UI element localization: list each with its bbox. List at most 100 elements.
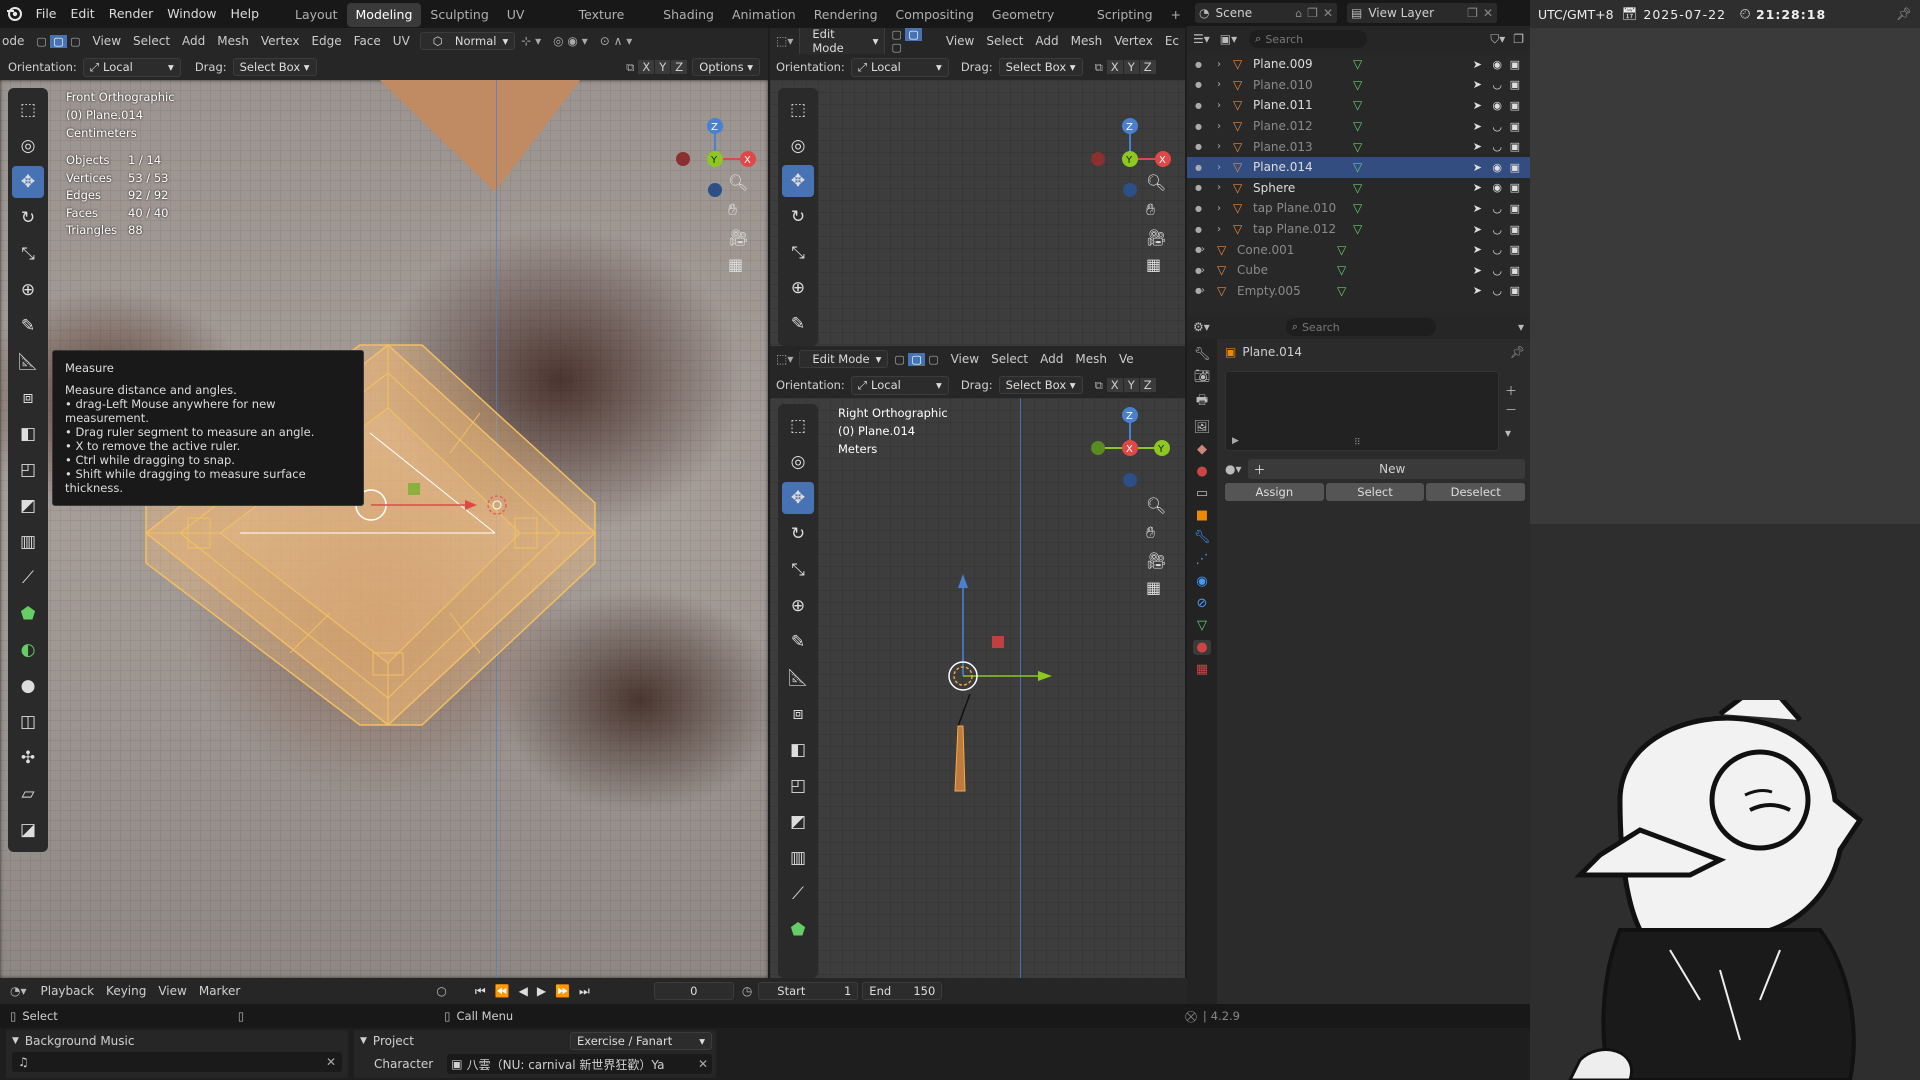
navigation-gizmo[interactable]: Z X Y: [1086, 90, 1185, 200]
tab-sculpting[interactable]: Sculpting: [421, 3, 497, 27]
new-material-button[interactable]: ＋ New: [1247, 459, 1525, 479]
eye-icon[interactable]: ◡: [1492, 78, 1502, 91]
deselect-button[interactable]: Deselect: [1426, 483, 1526, 501]
transform-gizmo[interactable]: [340, 488, 520, 568]
grid-view-icon[interactable]: ▦: [1146, 578, 1166, 597]
hand-pan-icon[interactable]: ✋︎: [1146, 200, 1166, 220]
scale-tool-icon[interactable]: ⤡: [782, 554, 814, 586]
slot-menu-icon[interactable]: ▾: [1505, 426, 1517, 440]
display-mode-icon[interactable]: ▣▾: [1220, 32, 1237, 46]
loop-cut-tool-icon[interactable]: ▥: [782, 842, 814, 874]
mirror-icon[interactable]: ⧉: [626, 60, 634, 75]
visibility-dot-icon[interactable]: ●: [1195, 80, 1202, 89]
tab-scripting[interactable]: Scripting: [1088, 3, 1162, 27]
mirror-icon[interactable]: ⧉: [1095, 60, 1103, 75]
eye-icon[interactable]: ◉: [1492, 161, 1502, 174]
tab-layout[interactable]: Layout: [286, 3, 347, 27]
move-tool-icon[interactable]: ✥: [12, 166, 44, 198]
add-slot-icon[interactable]: ＋: [1505, 382, 1517, 399]
grid-view-icon[interactable]: ▦: [728, 255, 748, 274]
selectable-icon[interactable]: ➤: [1473, 264, 1482, 277]
assign-button[interactable]: Assign: [1225, 483, 1324, 501]
menu-ec[interactable]: Ec: [1159, 34, 1185, 48]
eye-icon[interactable]: ◡: [1492, 264, 1502, 277]
camera-render-icon[interactable]: ▣: [1510, 181, 1520, 194]
proportional-edit-icon[interactable]: ◎ ◉ ▾: [547, 34, 594, 48]
material-slot-list[interactable]: ▶ ⠿: [1225, 371, 1499, 451]
menu-add[interactable]: Add: [1029, 34, 1064, 48]
selectable-icon[interactable]: ➤: [1473, 78, 1482, 91]
expand-arrow-icon[interactable]: ›: [1217, 100, 1221, 111]
play-icon[interactable]: ▶: [537, 984, 546, 998]
outliner-item[interactable]: ● › ▽ tap Plane.010 ▽ ➤ ◡ ▣: [1187, 198, 1530, 219]
axis-y-toggle[interactable]: Y: [1123, 378, 1139, 392]
move-tool-icon[interactable]: ✥: [782, 165, 814, 198]
knife-tool-icon[interactable]: ⟋: [12, 562, 44, 594]
zoom-icon[interactable]: 🔍︎: [728, 173, 748, 192]
eye-icon[interactable]: ◡: [1492, 223, 1502, 236]
transform-tool-icon[interactable]: ⊕: [782, 273, 814, 305]
clear-icon[interactable]: ✕: [698, 1057, 708, 1071]
orientation-dropdown[interactable]: ⤢ Local ▾: [850, 375, 949, 395]
menu-window[interactable]: Window: [160, 0, 223, 28]
scale-tool-icon[interactable]: ⤡: [12, 238, 44, 270]
menu-view[interactable]: View: [87, 34, 127, 48]
tab-animation[interactable]: Animation: [723, 3, 805, 27]
outliner-item[interactable]: ● › ▽ Plane.012 ▽ ➤ ◡ ▣: [1187, 116, 1530, 137]
zoom-icon[interactable]: 🔍︎: [1146, 496, 1166, 515]
camera-render-icon[interactable]: ▣: [1510, 58, 1520, 71]
visibility-dot-icon[interactable]: ●: [1195, 204, 1202, 213]
collapse-icon[interactable]: ▼: [360, 1036, 367, 1046]
selectable-icon[interactable]: ➤: [1473, 161, 1482, 174]
menu-select[interactable]: Select: [985, 352, 1034, 366]
outliner-item[interactable]: ● › ▽ Plane.014 ▽ ➤ ◉ ▣: [1187, 156, 1530, 178]
spin-tool-icon[interactable]: ◐: [12, 634, 44, 666]
select-box-tool-icon[interactable]: ⬚: [782, 410, 814, 442]
particles-tab-icon[interactable]: ⋰: [1196, 552, 1209, 567]
eye-icon[interactable]: ◉: [1492, 58, 1502, 71]
project-dropdown[interactable]: Exercise / Fanart ▾: [570, 1032, 712, 1050]
eye-icon[interactable]: ◡: [1492, 202, 1502, 215]
menu-edit[interactable]: Edit: [63, 0, 101, 28]
visibility-dot-icon[interactable]: ●: [1195, 142, 1202, 151]
selectable-icon[interactable]: ➤: [1473, 202, 1482, 215]
expand-arrow-icon[interactable]: ›: [1217, 79, 1221, 90]
expand-arrow-icon[interactable]: ›: [1217, 59, 1221, 70]
menu-keying[interactable]: Keying: [100, 984, 152, 998]
move-tool-icon[interactable]: ✥: [782, 482, 814, 514]
axis-y-toggle[interactable]: Y: [655, 60, 671, 74]
editor-type-icon[interactable]: ◔▾: [10, 984, 27, 998]
tab-modeling[interactable]: Modeling: [346, 3, 422, 27]
menu-uv[interactable]: UV: [387, 34, 416, 48]
menu-add[interactable]: Add: [176, 34, 211, 48]
annotate-tool-icon[interactable]: ✎: [782, 626, 814, 658]
constraint-tab-icon[interactable]: ⊘: [1197, 596, 1208, 611]
axis-y-toggle[interactable]: Y: [1123, 60, 1139, 74]
tab-shading[interactable]: Shading: [654, 3, 723, 27]
camera-render-icon[interactable]: ▣: [1510, 99, 1520, 112]
jump-start-icon[interactable]: ⏮: [475, 984, 486, 999]
clear-icon[interactable]: ✕: [326, 1055, 336, 1069]
expand-arrow-icon[interactable]: ›: [1217, 182, 1221, 193]
outliner-item[interactable]: ● › ▽ Cone.001 ▽ ➤ ◡ ▣: [1187, 239, 1530, 260]
loop-cut-tool-icon[interactable]: ▥: [12, 526, 44, 558]
knife-tool-icon[interactable]: ⟋: [782, 878, 814, 910]
camera-render-icon[interactable]: ▣: [1510, 223, 1520, 236]
menu-mesh[interactable]: Mesh: [1065, 34, 1109, 48]
camera-icon[interactable]: 🎥︎: [1146, 551, 1166, 570]
visibility-dot-icon[interactable]: ●: [1195, 122, 1202, 131]
scene-selector[interactable]: ◔ Scene ⌂ ❐ ✕: [1195, 3, 1337, 23]
material-tab-icon[interactable]: ●: [1193, 640, 1211, 655]
scene-tab-icon[interactable]: ◆: [1197, 442, 1207, 457]
texture-tab-icon[interactable]: ▦: [1196, 662, 1208, 677]
navigation-gizmo[interactable]: Z Y X: [1086, 398, 1185, 498]
menu-vertex[interactable]: Vertex: [255, 34, 306, 48]
collapse-icon[interactable]: ▼: [12, 1036, 19, 1046]
tab-rendering[interactable]: Rendering: [805, 3, 887, 27]
menu-file[interactable]: File: [29, 0, 64, 28]
output-tab-icon[interactable]: 🖶︎: [1196, 391, 1208, 413]
selectable-icon[interactable]: ➤: [1473, 99, 1482, 112]
rotate-tool-icon[interactable]: ↻: [12, 202, 44, 234]
copy-icon[interactable]: ❐: [1467, 6, 1478, 20]
menu-select[interactable]: Select: [127, 34, 176, 48]
